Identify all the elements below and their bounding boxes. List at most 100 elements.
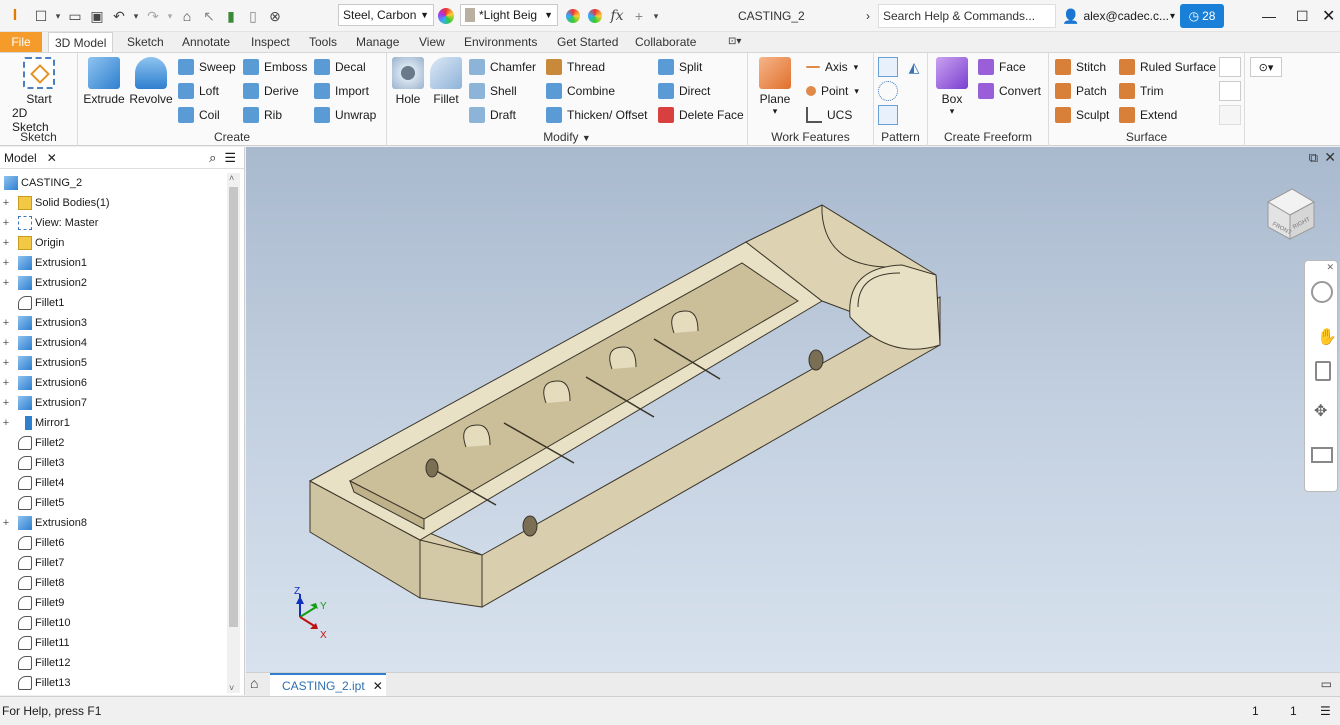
redo-dropdown-icon[interactable]: ▾ (164, 5, 176, 27)
direct-button[interactable]: Direct (658, 81, 710, 101)
home-icon[interactable]: ⌂ (176, 5, 198, 27)
home-tab-icon[interactable]: ⌂ (250, 675, 258, 691)
new-file-icon[interactable]: ☐ (30, 5, 52, 27)
scroll-up-icon[interactable]: ˄ (229, 173, 234, 183)
ribbon-more-dropdown[interactable]: ⊙▾ (1250, 57, 1282, 77)
close-button[interactable]: ✕ (1322, 4, 1335, 28)
tree-node[interactable]: + Mirror1 (0, 413, 226, 433)
save-icon[interactable]: ▣ (86, 5, 108, 27)
tree-node[interactable]: Fillet8 (0, 573, 226, 593)
tab-environments[interactable]: Environments (458, 32, 543, 52)
convert-button[interactable]: Convert (978, 81, 1041, 101)
new-dropdown-icon[interactable]: ▾ (52, 5, 64, 27)
fx-icon[interactable]: fx (606, 5, 628, 27)
sweep-button[interactable]: Sweep (178, 57, 236, 77)
thread-button[interactable]: Thread (546, 57, 605, 77)
steering-wheel-icon[interactable] (1311, 281, 1333, 303)
search-input[interactable]: Search Help & Commands... (878, 4, 1056, 28)
tree-node[interactable]: + Extrusion3 (0, 313, 226, 333)
tab-annotate[interactable]: Annotate (176, 32, 236, 52)
unwrap-button[interactable]: Unwrap (314, 105, 376, 125)
mirror-icon[interactable]: ◭ (904, 57, 924, 77)
plane-button[interactable]: Plane ▾ (754, 57, 796, 117)
start-2d-sketch-button[interactable]: Start 2D Sketch (12, 57, 66, 134)
minimize-button[interactable]: — (1262, 4, 1276, 28)
tree-node[interactable]: Fillet5 (0, 493, 226, 513)
expand-icon[interactable]: + (0, 197, 12, 209)
tree-node[interactable]: Fillet7 (0, 553, 226, 573)
expand-icon[interactable]: + (0, 417, 12, 429)
tree-node[interactable]: + View: Master (0, 213, 226, 233)
emboss-button[interactable]: Emboss (243, 57, 307, 77)
expand-icon[interactable]: + (0, 357, 12, 369)
extend-button[interactable]: Extend (1119, 105, 1177, 125)
close-panel-icon[interactable]: ✕ (47, 151, 57, 165)
tree-node[interactable]: Fillet11 (0, 633, 226, 653)
look-at-icon[interactable] (1311, 447, 1333, 463)
panel-label-modify[interactable]: Modify ▼ (387, 130, 747, 144)
open-icon[interactable]: ▭ (64, 5, 86, 27)
surface-tool-icon[interactable] (1219, 81, 1241, 101)
ribbon-options-icon[interactable]: ⊡▾ (722, 32, 747, 52)
derive-button[interactable]: Derive (243, 81, 299, 101)
rectangular-pattern-icon[interactable] (878, 57, 898, 77)
repair-icon[interactable] (1219, 57, 1241, 77)
tree-node[interactable]: Fillet1 (0, 293, 226, 313)
extrude-button[interactable]: Extrude (83, 57, 125, 106)
expand-icon[interactable]: + (0, 337, 12, 349)
tree-node[interactable]: Fillet6 (0, 533, 226, 553)
tab-tools[interactable]: Tools (303, 32, 343, 52)
trim-button[interactable]: Trim (1119, 81, 1164, 101)
view-cube-hitbox[interactable] (1268, 207, 1316, 259)
search-icon[interactable]: ⌕ (209, 150, 216, 166)
delete-face-button[interactable]: Delete Face (658, 105, 744, 125)
tree-node[interactable]: + Origin (0, 233, 226, 253)
thicken-offset-button[interactable]: Thicken/ Offset (546, 105, 647, 125)
axis-button[interactable]: Axis ▾ (806, 57, 858, 77)
tree-node[interactable]: Fillet13 (0, 673, 226, 693)
ucs-button[interactable]: UCS (806, 105, 852, 125)
update-icon[interactable]: ▮ (220, 5, 242, 27)
tree-node[interactable]: + Extrusion4 (0, 333, 226, 353)
orbit-icon[interactable]: ✥ (1314, 401, 1327, 421)
graphics-window[interactable]: ⧉ ✕ Z Y X FRONT RIGHT (246, 147, 1340, 672)
expand-icon[interactable]: + (0, 257, 12, 269)
tree-node[interactable]: + Solid Bodies(1) (0, 193, 226, 213)
user-account[interactable]: 👤 alex@cadec.c... (1062, 4, 1169, 28)
expand-icon[interactable]: + (0, 397, 12, 409)
tree-node[interactable]: + Extrusion1 (0, 253, 226, 273)
patch-button[interactable]: Patch (1055, 81, 1107, 101)
chamfer-button[interactable]: Chamfer (469, 57, 536, 77)
tree-root[interactable]: CASTING_2 (0, 173, 226, 193)
loft-button[interactable]: Loft (178, 81, 219, 101)
menu-icon[interactable]: ☰ (224, 150, 236, 166)
face-button[interactable]: Face (978, 57, 1026, 77)
tree-node[interactable]: Fillet10 (0, 613, 226, 633)
status-options-icon[interactable]: ☰ (1320, 704, 1331, 718)
tab-inspect[interactable]: Inspect (245, 32, 296, 52)
fillet-button[interactable]: Fillet (427, 57, 465, 106)
maximize-button[interactable]: ☐ (1296, 4, 1309, 28)
properties-icon[interactable]: ▯ (242, 5, 264, 27)
undo-dropdown-icon[interactable]: ▾ (130, 5, 142, 27)
tree-node[interactable]: Fillet12 (0, 653, 226, 673)
material-select[interactable]: Steel, Carbon ▼ (338, 4, 434, 26)
tab-sketch[interactable]: Sketch (121, 32, 170, 52)
appearance-select[interactable]: *Light Beig ▼ (460, 4, 558, 26)
tree-node[interactable]: + Extrusion5 (0, 353, 226, 373)
zoom-icon[interactable] (1315, 361, 1331, 381)
expand-icon[interactable]: + (0, 277, 12, 289)
document-tab[interactable]: CASTING_2.ipt ✕ (270, 673, 386, 697)
tab-3d-model[interactable]: 3D Model (48, 32, 114, 52)
close-tab-icon[interactable]: ✕ (373, 679, 383, 693)
import-button[interactable]: Import (314, 81, 369, 101)
circular-pattern-icon[interactable] (878, 81, 898, 101)
scroll-down-icon[interactable]: ˅ (229, 683, 234, 693)
revolve-button[interactable]: Revolve (128, 57, 174, 106)
scroll-thumb[interactable] (229, 187, 238, 627)
sculpt-button[interactable]: Sculpt (1055, 105, 1109, 125)
coil-button[interactable]: Coil (178, 105, 220, 125)
tab-list-icon[interactable]: ▭ (1321, 677, 1332, 691)
decal-button[interactable]: Decal (314, 57, 366, 77)
stitch-button[interactable]: Stitch (1055, 57, 1106, 77)
